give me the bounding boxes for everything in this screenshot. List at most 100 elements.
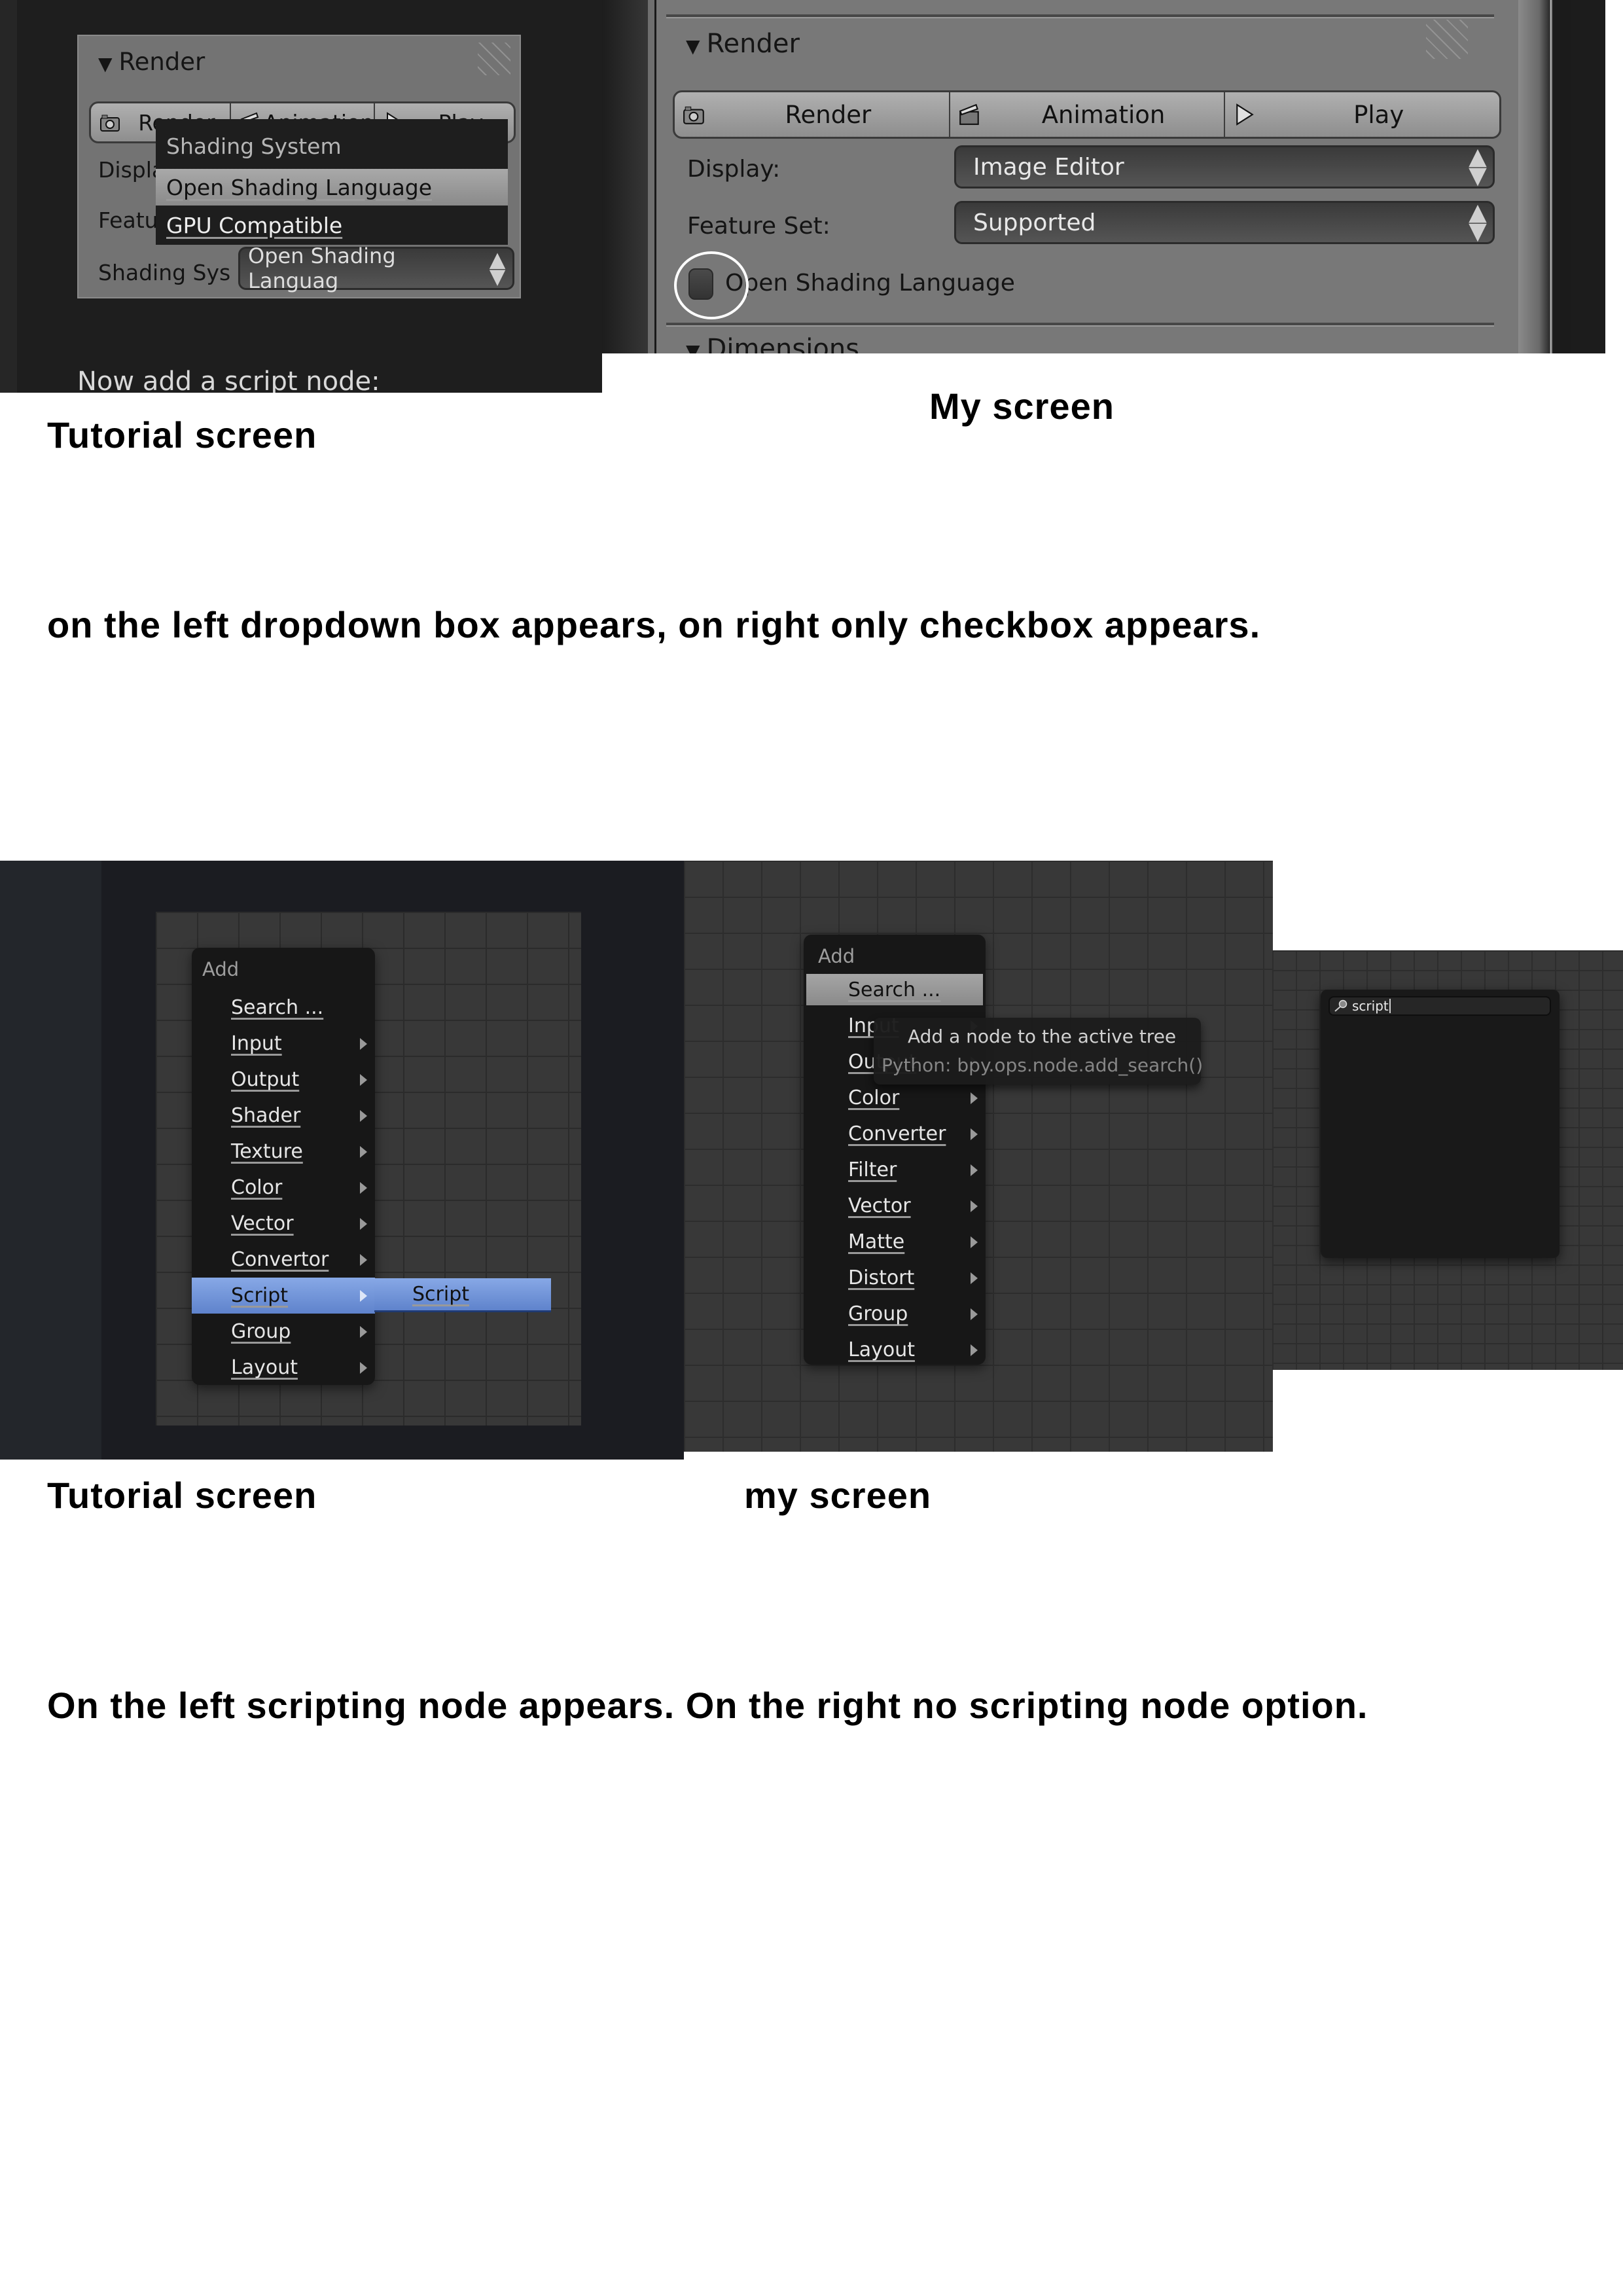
- play-button[interactable]: Play: [1225, 92, 1499, 137]
- tooltip-description: Add a node to the active tree: [908, 1026, 1177, 1047]
- menu-item-color[interactable]: Color: [804, 1080, 986, 1116]
- menu-item-input[interactable]: Input: [192, 1026, 375, 1062]
- panel-drag-handle-icon[interactable]: [478, 43, 510, 75]
- popup-title: Shading System: [166, 134, 342, 159]
- search-input-value: script: [1352, 999, 1391, 1013]
- panel-drag-handle-icon[interactable]: [1426, 20, 1468, 59]
- feature-set-dropdown[interactable]: Supported ▲ ▼: [954, 201, 1495, 244]
- submenu-item-script[interactable]: Script: [374, 1278, 551, 1312]
- caption-my-screen: my screen: [744, 1475, 932, 1516]
- submenu-arrow-icon: [360, 1073, 367, 1086]
- tutorial-node-editor-screenshot: Add Search ... Input Output Shader Textu…: [0, 861, 684, 1460]
- render-button[interactable]: Render: [675, 92, 950, 137]
- shading-system-popup-menu: Shading System Open Shading Language GPU…: [156, 119, 508, 245]
- menu-title: Add: [202, 958, 240, 980]
- menu-item-vector[interactable]: Vector: [804, 1188, 986, 1224]
- menu-item-filter[interactable]: Filter: [804, 1152, 986, 1188]
- editor-sidebar: [0, 861, 101, 1460]
- render-panel-header[interactable]: ▼ Render: [98, 48, 205, 76]
- menu-item-group[interactable]: Group: [192, 1314, 375, 1350]
- menu-item-vector[interactable]: Vector: [192, 1206, 375, 1242]
- menu-item-distort[interactable]: Distort: [804, 1260, 986, 1296]
- menu-item-search[interactable]: Search ...: [192, 990, 375, 1026]
- tooltip-python: Python: bpy.ops.node.add_search(): [882, 1054, 1204, 1076]
- note-text: on the left dropdown box appears, on rig…: [47, 604, 1261, 645]
- panel-title: Render: [118, 48, 205, 76]
- collapse-triangle-icon: ▼: [686, 340, 700, 353]
- submenu-arrow-icon: [360, 1217, 367, 1230]
- tutorial-render-panel-screenshot: ▼Render Render Animation Play Displa Fea…: [0, 0, 602, 393]
- note-text: On the left scripting node appears. On t…: [47, 1685, 1368, 1726]
- submenu-arrow-icon: [971, 1344, 978, 1356]
- display-label: Displa: [98, 157, 166, 183]
- osl-checkbox-row[interactable]: Open Shading Language: [674, 249, 1133, 319]
- caption-tutorial-screen: Tutorial screen: [47, 414, 317, 456]
- my-render-panel-screenshot: ▼ Render Render Animation Play Display: I…: [602, 0, 1605, 353]
- submenu-arrow-icon: [360, 1109, 367, 1122]
- menu-item-convertor[interactable]: Convertor: [192, 1242, 375, 1278]
- window-edge: [1571, 0, 1605, 353]
- panel-separator: [666, 323, 1494, 327]
- submenu-arrow-icon: [971, 1236, 978, 1248]
- tutorial-instruction-text: Now add a script node:: [77, 367, 380, 393]
- menu-item-color[interactable]: Color: [192, 1170, 375, 1206]
- submenu-arrow-icon: [971, 1308, 978, 1320]
- updown-arrows-icon: ▲ ▼: [489, 247, 506, 289]
- submenu-arrow-icon: [360, 1289, 367, 1302]
- menu-item-script[interactable]: Script: [192, 1278, 375, 1314]
- submenu-arrow-icon: [971, 1164, 978, 1176]
- submenu-arrow-icon: [971, 1092, 978, 1104]
- display-dropdown[interactable]: Image Editor ▲ ▼: [954, 145, 1495, 188]
- display-label: Display:: [687, 156, 781, 183]
- camera-icon: [98, 109, 124, 135]
- popup-option-gpu-compatible[interactable]: GPU Compatible: [156, 207, 508, 243]
- submenu-arrow-icon: [360, 1145, 367, 1158]
- submenu-arrow-icon: [360, 1181, 367, 1194]
- window-edge: [0, 0, 17, 393]
- search-icon: [1334, 999, 1348, 1013]
- submenu-arrow-icon: [360, 1361, 367, 1374]
- feature-set-label: Featu: [98, 207, 158, 233]
- my-node-editor-screenshot: Add Search ... Input Output Color Conver…: [684, 861, 1273, 1452]
- shading-system-label: Shading Sys: [98, 260, 231, 285]
- tooltip: Add a node to the active tree Python: bp…: [874, 1018, 1204, 1085]
- menu-item-converter[interactable]: Converter: [804, 1116, 986, 1152]
- menu-item-matte[interactable]: Matte: [804, 1224, 986, 1260]
- updown-arrows-icon: ▲ ▼: [1469, 143, 1487, 189]
- shading-system-dropdown[interactable]: Open Shading Languag ▲ ▼: [238, 243, 514, 293]
- menu-item-group[interactable]: Group: [804, 1296, 986, 1332]
- search-popup: script: [1321, 990, 1560, 1258]
- submenu-arrow-icon: [360, 1253, 367, 1266]
- submenu-arrow-icon: [971, 1128, 978, 1140]
- feature-set-label: Feature Set:: [687, 213, 830, 240]
- render-panel-header[interactable]: ▼ Render: [686, 29, 800, 59]
- window-edge: [602, 0, 648, 353]
- menu-item-layout[interactable]: Layout: [804, 1332, 986, 1368]
- caption-my-screen: My screen: [929, 386, 1115, 427]
- popup-option-open-shading-language[interactable]: Open Shading Language: [156, 169, 508, 206]
- submenu-arrow-icon: [971, 1272, 978, 1284]
- menu-title: Add: [818, 945, 855, 967]
- menu-item-texture[interactable]: Texture: [192, 1134, 375, 1170]
- menu-item-search[interactable]: Search ...: [806, 974, 983, 1005]
- annotation-circle: [674, 251, 749, 319]
- render-button-row: Render Animation Play: [673, 90, 1501, 139]
- search-results-list: [1327, 1020, 1553, 1251]
- camera-icon: [681, 101, 707, 128]
- menu-item-layout[interactable]: Layout: [192, 1350, 375, 1386]
- scrollbar[interactable]: [1518, 0, 1571, 353]
- search-input[interactable]: script: [1329, 996, 1551, 1016]
- menu-item-output[interactable]: Output: [192, 1062, 375, 1098]
- collapse-triangle-icon: ▼: [686, 35, 700, 57]
- panel-title: Render: [706, 29, 800, 59]
- animation-button[interactable]: Animation: [950, 92, 1226, 137]
- osl-checkbox-label: Open Shading Language: [725, 270, 1015, 296]
- dimensions-panel-header[interactable]: ▼ Dimensions: [686, 334, 859, 353]
- submenu-arrow-icon: [360, 1037, 367, 1050]
- submenu-arrow-icon: [360, 1325, 367, 1338]
- add-node-menu: Add Search ... Input Output Shader Textu…: [192, 948, 375, 1385]
- play-icon: [1232, 101, 1258, 128]
- node-search-screenshot: script: [1272, 950, 1623, 1370]
- menu-item-shader[interactable]: Shader: [192, 1098, 375, 1134]
- collapse-triangle-icon: ▼: [98, 53, 113, 75]
